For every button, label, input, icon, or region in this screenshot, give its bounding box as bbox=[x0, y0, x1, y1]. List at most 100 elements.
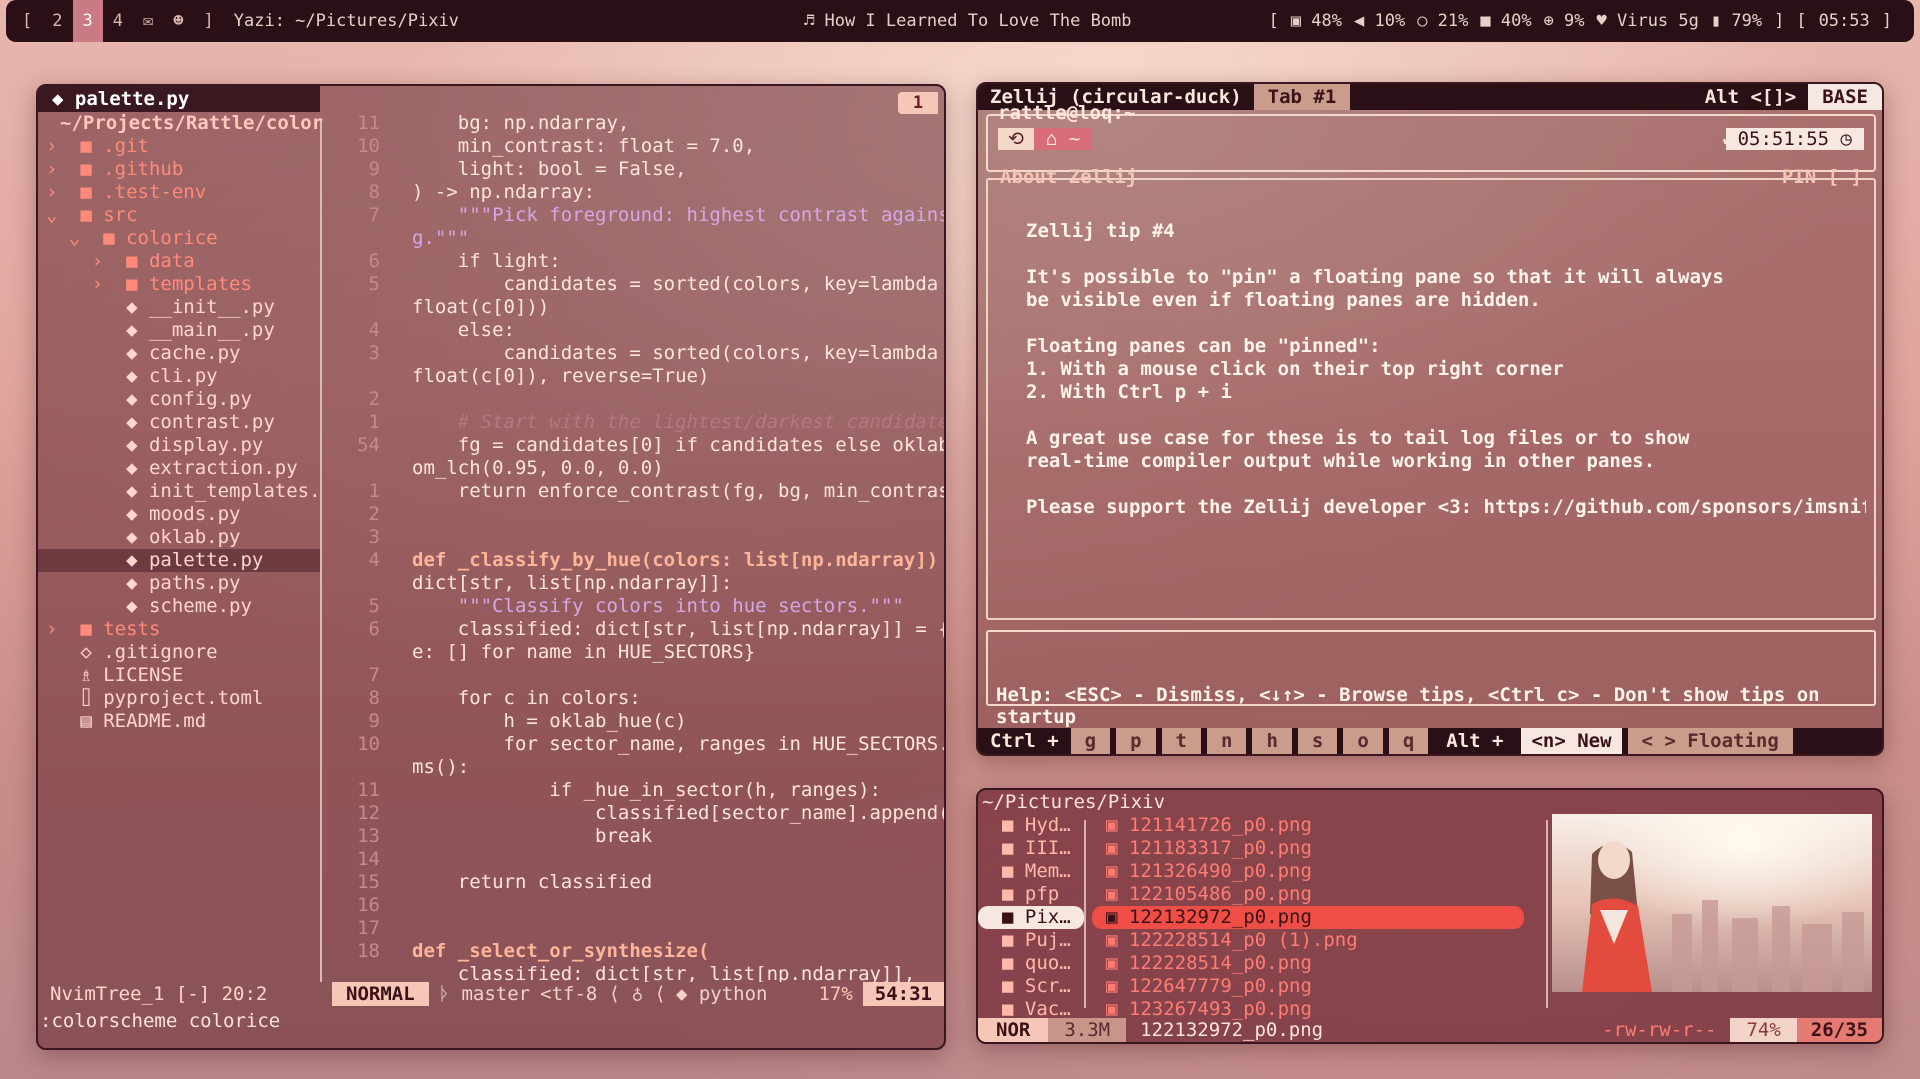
parent-folder[interactable]: ■ Mem… bbox=[978, 860, 1084, 883]
parent-folder[interactable]: ■ III… bbox=[978, 837, 1084, 860]
split-divider[interactable] bbox=[320, 120, 322, 982]
file-item[interactable]: ▣ 122105486_p0.png bbox=[1092, 883, 1524, 906]
key-t[interactable]: t bbox=[1161, 728, 1201, 754]
code-line[interactable]: e: [] for name in HUE_SECTORS} bbox=[338, 641, 944, 664]
file-item[interactable]: ▣ 122228514_p0 (1).png bbox=[1092, 929, 1524, 952]
code-line[interactable]: 10 for sector_name, ranges in HUE_SECTOR… bbox=[338, 733, 944, 756]
tab-number-badge[interactable]: 1 bbox=[898, 92, 938, 114]
code-line[interactable]: 8) -> np.ndarray: bbox=[338, 181, 944, 204]
buffer-tab[interactable]: ◆ palette.py bbox=[38, 86, 320, 112]
key-n[interactable]: n bbox=[1207, 728, 1247, 754]
tree-file[interactable]: ◆ paths.py bbox=[38, 572, 320, 595]
workspace-face-icon[interactable]: ☻ bbox=[163, 0, 193, 42]
code-line[interactable]: 13 break bbox=[338, 825, 944, 848]
tree-folder[interactable]: › ■ data bbox=[38, 250, 320, 273]
parent-folder[interactable]: ■ pfp bbox=[978, 883, 1084, 906]
pin-toggle[interactable]: PIN [ ] bbox=[1782, 166, 1862, 188]
tab-1[interactable]: Tab #1 bbox=[1253, 84, 1351, 110]
code-line[interactable]: 9 light: bool = False, bbox=[338, 158, 944, 181]
code-line[interactable]: 5 """Classify colors into hue sectors.""… bbox=[338, 595, 944, 618]
tree-file[interactable]: ◆ cache.py bbox=[38, 342, 320, 365]
file-item[interactable]: ▣ 122647779_p0.png bbox=[1092, 975, 1524, 998]
code-line[interactable]: 7 bbox=[338, 664, 944, 687]
tree-root[interactable]: ~/Projects/Rattle/color bbox=[38, 112, 323, 135]
key-p[interactable]: p bbox=[1116, 728, 1156, 754]
key-o[interactable]: o bbox=[1343, 728, 1383, 754]
workspace-2[interactable]: 2 bbox=[42, 0, 72, 42]
key-g[interactable]: g bbox=[1070, 728, 1111, 754]
tree-file[interactable]: ◆ __main__.py bbox=[38, 319, 320, 342]
code-line[interactable]: 8 for c in colors: bbox=[338, 687, 944, 710]
code-line[interactable]: 4 else: bbox=[338, 319, 944, 342]
tree-file[interactable]: ◆ __init__.py bbox=[38, 296, 320, 319]
code-line[interactable]: 17 bbox=[338, 917, 944, 940]
code-line[interactable]: 6 classified: dict[str, list[np.ndarray]… bbox=[338, 618, 944, 641]
tree-file[interactable]: ◆ oklab.py bbox=[38, 526, 320, 549]
code-line[interactable]: 3 bbox=[338, 526, 944, 549]
wifi-status[interactable]: ♥ Virus 5g bbox=[1597, 11, 1699, 31]
code-line[interactable]: 1 # Start with the lightest/darkest cand… bbox=[338, 411, 944, 434]
code-line[interactable]: 9 h = oklab_hue(c) bbox=[338, 710, 944, 733]
code-line[interactable]: 5 candidates = sorted(colors, key=lambda… bbox=[338, 273, 944, 296]
empty-pane[interactable] bbox=[986, 630, 1876, 706]
tree-folder[interactable]: › ■ templates bbox=[38, 273, 320, 296]
tree-folder[interactable]: › ■ .test-env bbox=[38, 181, 320, 204]
code-line[interactable]: 14 bbox=[338, 848, 944, 871]
tree-folder[interactable]: ⌄ ■ colorice bbox=[38, 227, 320, 250]
tree-folder[interactable]: › ■ tests bbox=[38, 618, 320, 641]
file-item[interactable]: ▣ 121141726_p0.png bbox=[1092, 814, 1524, 837]
parent-folder[interactable]: ■ quo… bbox=[978, 952, 1084, 975]
parent-folder[interactable]: ■ Pix… bbox=[978, 906, 1084, 929]
about-zellij-pane[interactable]: About Zellij PIN [ ] Zellij tip #4 It's p… bbox=[986, 166, 1876, 728]
volume-status[interactable]: ◀ 10% bbox=[1354, 11, 1405, 31]
zellij-window[interactable]: Zellij (circular-duck) Tab #1 Alt <[]> B… bbox=[976, 82, 1884, 756]
yazi-window[interactable]: ~/Pictures/Pixiv ■ Hyd… ■ III… ■ Mem… ■ pfp… bbox=[976, 788, 1884, 1044]
file-list[interactable]: ▣ 121141726_p0.png ▣ 121183317_p0.png ▣ 12… bbox=[1092, 814, 1524, 1021]
code-line[interactable]: 7 """Pick foreground: highest contrast a… bbox=[338, 204, 944, 227]
neovim-window[interactable]: ◆ palette.py ~/Projects/Rattle/color › ■… bbox=[36, 84, 946, 1050]
tree-file[interactable]: ◆ scheme.py bbox=[38, 595, 320, 618]
parent-folder[interactable]: ■ Hyd… bbox=[978, 814, 1084, 837]
code-line[interactable]: 12 classified[sector_name].append(c) bbox=[338, 802, 944, 825]
code-line[interactable]: 2 bbox=[338, 388, 944, 411]
parent-folder[interactable]: ■ Puj… bbox=[978, 929, 1084, 952]
tree-file[interactable]: ◆ moods.py bbox=[38, 503, 320, 526]
code-line[interactable]: 2 bbox=[338, 503, 944, 526]
tree-file[interactable]: ▤ README.md bbox=[38, 710, 320, 733]
code-editor[interactable]: 11 bg: np.ndarray, 10 min_contrast: float… bbox=[338, 112, 944, 982]
code-line[interactable]: 11 if _hue_in_sector(h, ranges): bbox=[338, 779, 944, 802]
code-line[interactable]: 16 bbox=[338, 894, 944, 917]
code-line[interactable]: 54 fg = candidates[0] if candidates else… bbox=[338, 434, 944, 457]
file-tree[interactable]: ◆ palette.py ~/Projects/Rattle/color › ■… bbox=[38, 86, 323, 966]
code-line[interactable]: 10 min_contrast: float = 7.0, bbox=[338, 135, 944, 158]
code-line[interactable]: g.""" bbox=[338, 227, 944, 250]
floating-key[interactable]: < > Floating bbox=[1627, 728, 1793, 754]
tree-file[interactable]: ⌷ pyproject.toml bbox=[38, 687, 320, 710]
file-item[interactable]: ▣ 122228514_p0.png bbox=[1092, 952, 1524, 975]
code-line[interactable]: 11 bg: np.ndarray, bbox=[338, 112, 944, 135]
file-item[interactable]: ▣ 121183317_p0.png bbox=[1092, 837, 1524, 860]
tree-file[interactable]: ◇ .gitignore bbox=[38, 641, 320, 664]
code-line[interactable]: classified: dict[str, list[np.ndarray]], bbox=[338, 963, 944, 982]
tree-folder[interactable]: ⌄ ■ src bbox=[38, 204, 320, 227]
code-line[interactable]: om_lch(0.95, 0.0, 0.0) bbox=[338, 457, 944, 480]
code-line[interactable]: dict[str, list[np.ndarray]]: bbox=[338, 572, 944, 595]
terminal-pane[interactable]: rattle@loq:~ ⟲ ⌂ ~ ✔ 05:51:55 ◷ bbox=[986, 102, 1876, 172]
tree-file[interactable]: ◆ extraction.py bbox=[38, 457, 320, 480]
code-line[interactable]: float(c[0]), reverse=True) bbox=[338, 365, 944, 388]
code-line[interactable]: ms(): bbox=[338, 756, 944, 779]
tree-file[interactable]: ◆ display.py bbox=[38, 434, 320, 457]
code-line[interactable]: 6 if light: bbox=[338, 250, 944, 273]
key-h[interactable]: h bbox=[1252, 728, 1292, 754]
workspace-3[interactable]: 3 bbox=[72, 0, 103, 42]
key-s[interactable]: s bbox=[1297, 728, 1338, 754]
parent-folder[interactable]: ■ Scr… bbox=[978, 975, 1084, 998]
code-line[interactable]: 3 candidates = sorted(colors, key=lambda… bbox=[338, 342, 944, 365]
parent-directory-list[interactable]: ■ Hyd… ■ III… ■ Mem… ■ pfp ■ Pix… ■ Puj… ■ quo… bbox=[978, 814, 1084, 1021]
code-line[interactable]: 15 return classified bbox=[338, 871, 944, 894]
code-line[interactable]: 4 def _classify_by_hue(colors: list[np.nd… bbox=[338, 549, 944, 572]
code-line[interactable]: 1 return enforce_contrast(fg, bg, min_co… bbox=[338, 480, 944, 503]
code-line[interactable]: float(c[0])) bbox=[338, 296, 944, 319]
workspace-4[interactable]: 4 bbox=[103, 0, 133, 42]
tree-file[interactable]: ◆ contrast.py bbox=[38, 411, 320, 434]
